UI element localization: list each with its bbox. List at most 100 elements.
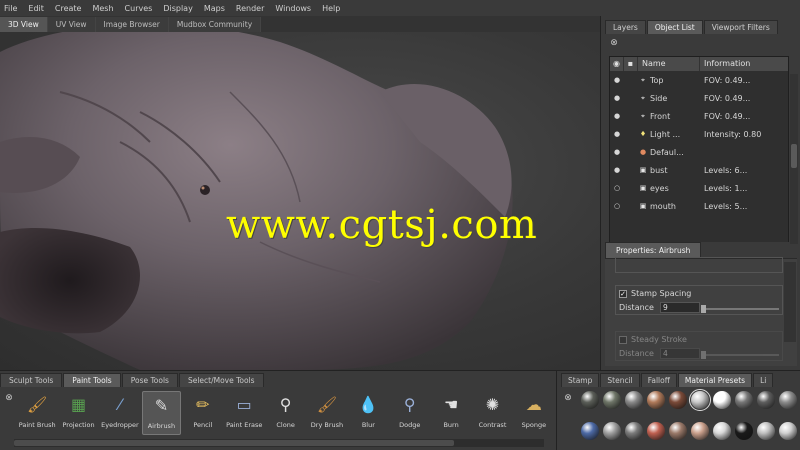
material-swatch[interactable] <box>779 422 797 440</box>
menu-windows[interactable]: Windows <box>275 4 311 13</box>
distance-slider[interactable] <box>701 305 779 313</box>
column-information[interactable]: Information <box>700 57 788 71</box>
material-swatch[interactable] <box>689 389 711 411</box>
menu-render[interactable]: Render <box>236 4 264 13</box>
tab-3d-view[interactable]: 3D View <box>0 17 48 32</box>
tab-uv-view[interactable]: UV View <box>47 17 96 32</box>
menu-mesh[interactable]: Mesh <box>92 4 113 13</box>
menu-display[interactable]: Display <box>163 4 193 13</box>
tab-lighting[interactable]: Li <box>753 373 774 387</box>
material-swatch[interactable] <box>647 391 665 409</box>
visibility-dot-icon[interactable]: ● <box>610 166 624 174</box>
checkbox[interactable] <box>619 335 627 344</box>
menu-help[interactable]: Help <box>322 4 340 13</box>
tool-dodge[interactable]: ⚲ Dodge <box>391 391 429 435</box>
tool-blur[interactable]: 💧 Blur <box>349 391 387 435</box>
tool-tray-scrollbar[interactable] <box>14 439 544 447</box>
tool-airbrush[interactable]: ✎ Airbrush <box>142 391 181 435</box>
material-swatch[interactable] <box>669 391 687 409</box>
material-swatch[interactable] <box>581 391 599 409</box>
tool-projection[interactable]: ▦ Projection <box>59 391 97 435</box>
material-swatch[interactable] <box>735 422 753 440</box>
object-row-eyes[interactable]: ○ ▣ eyes Levels: 1... <box>610 179 788 197</box>
visibility-dot-icon[interactable]: ● <box>610 94 624 102</box>
object-row-light[interactable]: ● ♦ Light ... Intensity: 0.80 <box>610 125 788 143</box>
tool-dry-brush[interactable]: 🖌 Dry Brush <box>308 391 346 435</box>
menu-file[interactable]: File <box>4 4 17 13</box>
tool-clone[interactable]: ⚲ Clone <box>266 391 304 435</box>
material-swatch[interactable] <box>691 422 709 440</box>
close-icon[interactable]: ⊗ <box>4 393 14 403</box>
visibility-ring-icon[interactable]: ○ <box>610 202 624 210</box>
visibility-dot-icon[interactable]: ● <box>610 130 624 138</box>
tool-paint-erase[interactable]: ▭ Paint Erase <box>225 391 263 435</box>
tab-viewport-filters[interactable]: Viewport Filters <box>703 20 778 34</box>
menu-create[interactable]: Create <box>55 4 82 13</box>
material-swatch[interactable] <box>647 422 665 440</box>
tab-object-list[interactable]: Object List <box>646 20 703 34</box>
object-list-scrollbar[interactable] <box>790 74 798 244</box>
tab-stamp[interactable]: Stamp <box>561 373 600 387</box>
scrollbar-thumb[interactable] <box>14 440 454 446</box>
tab-pose-tools[interactable]: Pose Tools <box>121 373 178 387</box>
material-swatch[interactable] <box>779 391 797 409</box>
material-swatch[interactable] <box>625 422 643 440</box>
material-swatch[interactable] <box>603 391 621 409</box>
column-name[interactable]: Name <box>638 57 700 71</box>
visibility-ring-icon[interactable]: ○ <box>610 184 624 192</box>
material-swatch[interactable] <box>581 422 599 440</box>
lock-column-icon[interactable]: ▪ <box>624 57 638 71</box>
tab-paint-tools[interactable]: Paint Tools <box>63 373 121 387</box>
tab-falloff[interactable]: Falloff <box>640 373 677 387</box>
tab-select-move-tools[interactable]: Select/Move Tools <box>178 373 264 387</box>
material-swatch[interactable] <box>757 422 775 440</box>
tab-sculpt-tools[interactable]: Sculpt Tools <box>0 373 63 387</box>
object-row-front[interactable]: ● ⌖ Front FOV: 0.49... <box>610 107 788 125</box>
properties-scrollbar[interactable] <box>784 262 796 342</box>
material-swatch[interactable] <box>757 391 775 409</box>
tab-layers[interactable]: Layers <box>605 20 646 34</box>
stamp-spacing-toggle[interactable]: ✓ Stamp Spacing <box>619 289 691 298</box>
object-row-mouth[interactable]: ○ ▣ mouth Levels: 5... <box>610 197 788 215</box>
material-swatch[interactable] <box>713 391 731 409</box>
object-row-default-material[interactable]: ● ● Defaul... <box>610 143 788 161</box>
tab-properties-airbrush[interactable]: Properties: Airbrush <box>605 242 702 258</box>
visibility-dot-icon[interactable]: ● <box>610 112 624 120</box>
tab-stencil[interactable]: Stencil <box>600 373 640 387</box>
material-swatch[interactable] <box>625 391 643 409</box>
close-icon[interactable]: ⊗ <box>609 38 619 48</box>
tab-mudbox-community[interactable]: Mudbox Community <box>168 17 262 32</box>
tab-material-presets[interactable]: Material Presets <box>677 373 753 387</box>
distance-input[interactable]: 9 <box>659 302 700 313</box>
steady-distance-input[interactable]: 4 <box>659 348 700 359</box>
visibility-dot-icon[interactable]: ● <box>610 76 624 84</box>
visibility-column-icon[interactable]: ◉ <box>610 57 624 71</box>
object-row-side[interactable]: ● ⌖ Side FOV: 0.49... <box>610 89 788 107</box>
scrollbar-thumb[interactable] <box>791 144 797 168</box>
menu-curves[interactable]: Curves <box>125 4 153 13</box>
object-row-bust[interactable]: ● ▣ bust Levels: 6... <box>610 161 788 179</box>
tool-paint-brush[interactable]: 🖌 Paint Brush <box>18 391 56 435</box>
slider-handle[interactable] <box>701 305 706 313</box>
steady-distance-slider[interactable] <box>701 351 779 359</box>
tool-eyedropper[interactable]: ⁄ Eyedropper <box>101 391 139 435</box>
watermark-text: www.cgtsj.com <box>226 202 538 248</box>
tool-sponge[interactable]: ☁ Sponge <box>515 391 553 435</box>
menu-edit[interactable]: Edit <box>28 4 44 13</box>
steady-stroke-toggle[interactable]: Steady Stroke <box>619 335 687 344</box>
visibility-dot-icon[interactable]: ● <box>610 148 624 156</box>
checkbox[interactable]: ✓ <box>619 289 627 298</box>
material-swatch[interactable] <box>735 391 753 409</box>
tool-pencil[interactable]: ✏ Pencil <box>184 391 222 435</box>
menu-maps[interactable]: Maps <box>204 4 225 13</box>
object-row-top[interactable]: ● ⌖ Top FOV: 0.49... <box>610 71 788 89</box>
tool-contrast[interactable]: ✺ Contrast <box>473 391 511 435</box>
tool-burn[interactable]: ☚ Burn <box>432 391 470 435</box>
3d-viewport[interactable]: www.cgtsj.com <box>0 32 600 370</box>
slider-handle[interactable] <box>701 351 706 359</box>
close-icon[interactable]: ⊗ <box>563 393 573 403</box>
material-swatch[interactable] <box>603 422 621 440</box>
tab-image-browser[interactable]: Image Browser <box>95 17 169 32</box>
material-swatch[interactable] <box>713 422 731 440</box>
material-swatch[interactable] <box>669 422 687 440</box>
